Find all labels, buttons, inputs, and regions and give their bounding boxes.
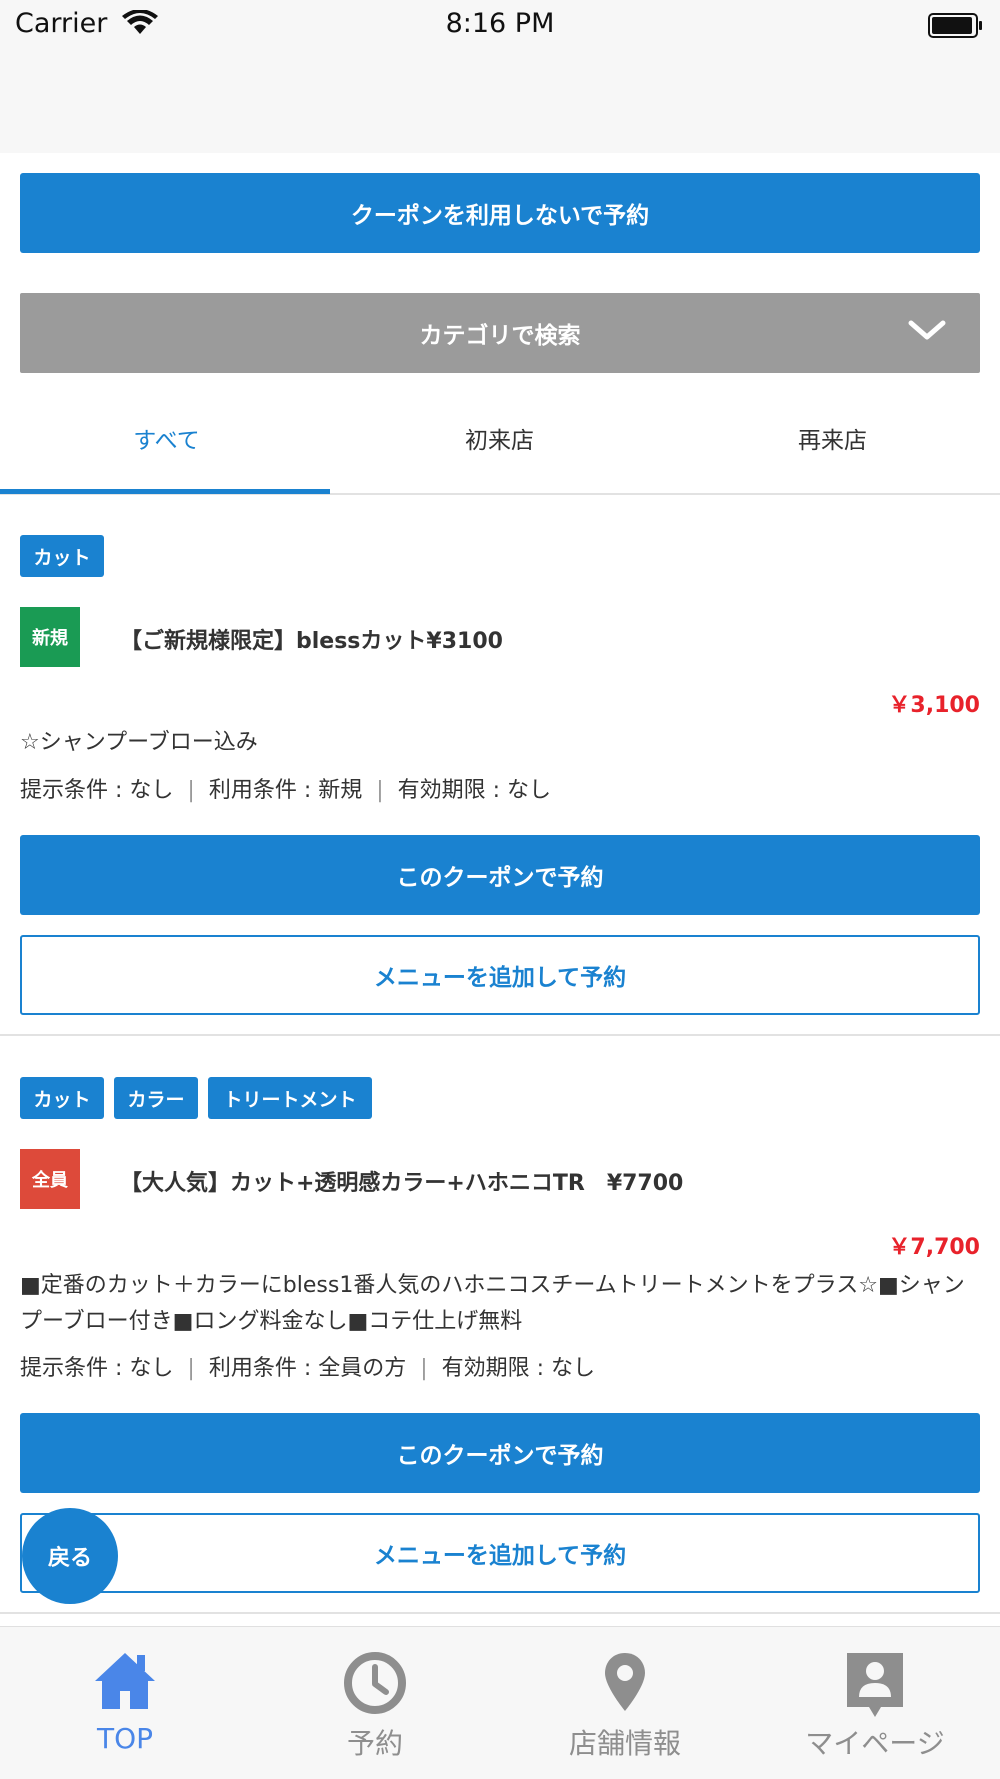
coupon-usage-condition: 利用条件 : 全員の方	[208, 1356, 407, 1381]
chevron-down-icon	[907, 317, 947, 351]
tab-repeat-visit[interactable]: 再来店	[666, 383, 999, 493]
tabbar-label: TOP	[96, 1722, 154, 1755]
coupon-tag: カラー	[114, 1077, 198, 1119]
clock-icon	[250, 1651, 500, 1715]
tabbar-label: 予約	[346, 1727, 403, 1760]
coupon-presentation-condition: 提示条件 : なし	[20, 1356, 174, 1381]
tabbar-item-mypage[interactable]: マイページ	[750, 1627, 1000, 1779]
coupon-price: ￥3,100	[888, 693, 980, 718]
user-card-icon	[750, 1651, 1000, 1719]
tabbar-item-reservation[interactable]: 予約	[250, 1627, 500, 1779]
coupon-tag: トリートメント	[208, 1077, 372, 1119]
coupon-badge: 全員	[20, 1149, 80, 1209]
tabbar-label: マイページ	[805, 1727, 945, 1760]
tabbar-item-top[interactable]: TOP	[0, 1627, 250, 1779]
coupon-expiry: 有効期限 : なし	[441, 1356, 596, 1381]
book-without-coupon-button[interactable]: クーポンを利用しないで予約	[20, 173, 980, 253]
coupon-description: ■定番のカット＋カラーにbless1番人気のハホニコスチームトリートメントをプラ…	[20, 1273, 965, 1334]
coupon-price: ￥7,700	[888, 1235, 980, 1260]
coupon-tag: カット	[20, 1077, 104, 1119]
status-bar: Carrier 8:16 PM	[0, 0, 1000, 50]
coupon-title: 【ご新規様限定】blessカット¥3100	[120, 629, 503, 654]
tab-all[interactable]: すべて	[0, 383, 333, 493]
book-with-coupon-button[interactable]: このクーポンで予約	[20, 1413, 980, 1493]
coupon-tag: カット	[20, 535, 104, 577]
coupon-presentation-condition: 提示条件 : なし	[20, 778, 174, 803]
category-search-dropdown[interactable]: カテゴリで検索	[20, 293, 980, 373]
nav-bar	[0, 50, 1000, 153]
coupon-usage-condition: 利用条件 : 新規	[208, 778, 363, 803]
tabbar-item-store-info[interactable]: 店舗情報	[500, 1627, 750, 1779]
divider	[0, 1612, 1000, 1614]
map-pin-icon	[500, 1651, 750, 1715]
clock-time: 8:16 PM	[445, 8, 555, 39]
tab-first-visit[interactable]: 初来店	[333, 383, 666, 493]
tabbar-label: 店舗情報	[568, 1727, 681, 1760]
add-menu-and-book-button[interactable]: メニューを追加して予約	[20, 935, 980, 1015]
coupon-badge: 新規	[20, 607, 80, 667]
filter-tabs: すべて 初来店 再来店	[0, 383, 1000, 495]
home-icon	[0, 1651, 250, 1711]
coupon-expiry: 有効期限 : なし	[397, 778, 552, 803]
book-with-coupon-button[interactable]: このクーポンで予約	[20, 835, 980, 915]
coupon-conditions: 提示条件 : なし | 利用条件 : 新規 | 有効期限 : なし	[20, 778, 552, 803]
category-search-label: カテゴリで検索	[419, 323, 581, 349]
coupon-description: ☆シャンプーブロー込み	[20, 730, 258, 755]
bottom-tab-bar: TOP 予約 店舗情報 マイページ	[0, 1626, 1000, 1779]
divider	[0, 1034, 1000, 1036]
back-button[interactable]: 戻る	[22, 1508, 118, 1604]
battery-icon	[928, 13, 984, 43]
coupon-conditions: 提示条件 : なし | 利用条件 : 全員の方 | 有効期限 : なし	[20, 1356, 596, 1381]
active-tab-indicator	[0, 489, 330, 494]
add-menu-and-book-button[interactable]: メニューを追加して予約	[20, 1513, 980, 1593]
coupon-title: 【大人気】カット+透明感カラー+ハホニコTR ¥7700	[120, 1171, 684, 1196]
